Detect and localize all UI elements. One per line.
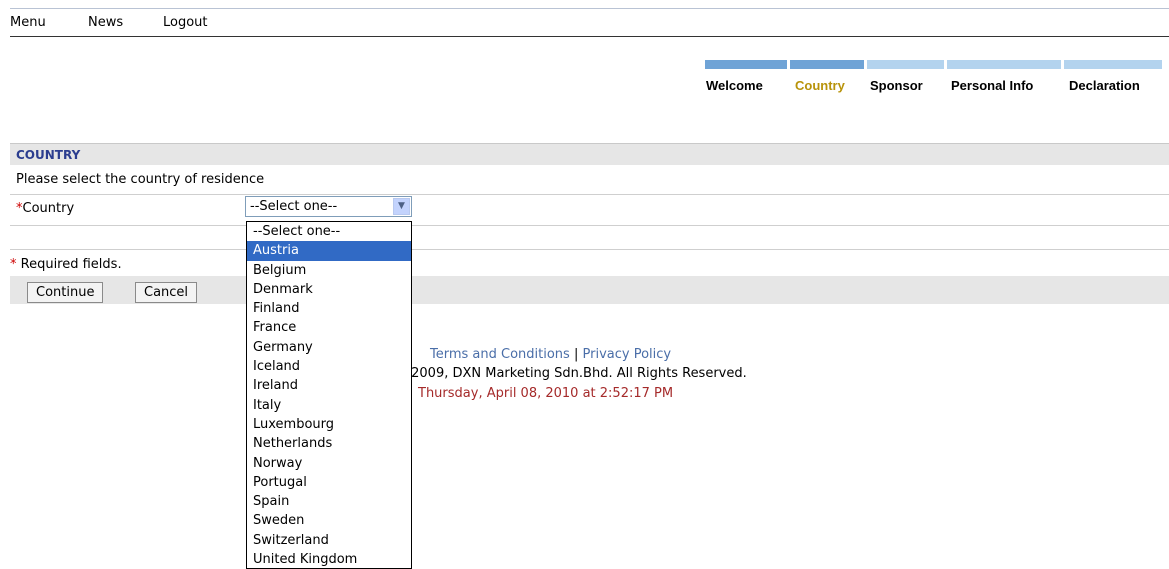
country-dropdown-list[interactable]: --Select one-- Austria Belgium Denmark Finla…	[246, 221, 412, 569]
continue-button[interactable]: Continue	[27, 282, 104, 303]
dropdown-option[interactable]: Portugal	[247, 473, 411, 492]
dropdown-option[interactable]: Denmark	[247, 280, 411, 299]
step-country: Country	[795, 78, 845, 93]
step-welcome: Welcome	[706, 78, 763, 93]
step-bar-declaration	[1064, 60, 1162, 69]
dropdown-option[interactable]: Netherlands	[247, 434, 411, 453]
dropdown-option[interactable]: United Kingdom	[247, 550, 411, 568]
step-bar-personal-info	[947, 60, 1061, 69]
step-sponsor: Sponsor	[870, 78, 923, 93]
dropdown-option[interactable]: France	[247, 318, 411, 337]
step-bar-welcome	[705, 60, 787, 69]
section-title: COUNTRY	[16, 148, 81, 162]
nav-news-link[interactable]: News	[88, 15, 123, 30]
footer-links: Terms and Conditions | Privacy Policy	[430, 347, 671, 362]
section-header: COUNTRY	[10, 143, 1169, 165]
dropdown-option[interactable]: Ireland	[247, 376, 411, 395]
dropdown-option[interactable]: Sweden	[247, 511, 411, 530]
nav-logout-link[interactable]: Logout	[163, 15, 208, 30]
dropdown-option[interactable]: Iceland	[247, 357, 411, 376]
required-note-text: Required fields.	[16, 257, 122, 272]
copyright-text: © 2009, DXN Marketing Sdn.Bhd. All Right…	[394, 366, 747, 381]
footer-separator: |	[573, 347, 579, 362]
chevron-down-icon[interactable]: ▼	[393, 198, 410, 215]
dropdown-option[interactable]: Norway	[247, 454, 411, 473]
terms-link[interactable]: Terms and Conditions	[430, 347, 570, 362]
row-divider	[10, 194, 1169, 195]
step-progress: Welcome Country Sponsor Personal Info De…	[0, 60, 1169, 100]
dropdown-option[interactable]: Luxembourg	[247, 415, 411, 434]
country-select-value: --Select one--	[250, 199, 338, 214]
top-nav: Menu News Logout	[10, 8, 1169, 37]
dropdown-option[interactable]: Italy	[247, 396, 411, 415]
cancel-button[interactable]: Cancel	[135, 282, 198, 303]
row-divider	[10, 225, 1169, 226]
dropdown-option[interactable]: Spain	[247, 492, 411, 511]
button-bar: Continue Cancel	[10, 276, 1169, 304]
step-personal-info: Personal Info	[951, 78, 1034, 93]
step-declaration: Declaration	[1069, 78, 1140, 93]
step-bar-country	[790, 60, 864, 69]
dropdown-option[interactable]: Germany	[247, 338, 411, 357]
required-fields-note: * Required fields.	[10, 257, 122, 272]
country-label-text: Country	[22, 201, 75, 216]
dropdown-option[interactable]: Finland	[247, 299, 411, 318]
row-divider	[10, 249, 1169, 250]
country-field-label: *Country	[16, 201, 74, 216]
nav-menu-link[interactable]: Menu	[10, 15, 46, 30]
step-bar-sponsor	[867, 60, 944, 69]
dropdown-option[interactable]: Austria	[247, 241, 411, 261]
dropdown-option[interactable]: Switzerland	[247, 531, 411, 550]
form-description: Please select the country of residence	[16, 172, 265, 187]
current-datetime: Thursday, April 08, 2010 at 2:52:17 PM	[418, 386, 674, 401]
dropdown-option[interactable]: --Select one--	[247, 222, 411, 241]
country-select[interactable]: --Select one-- ▼	[245, 196, 412, 217]
privacy-link[interactable]: Privacy Policy	[583, 347, 672, 362]
dropdown-option[interactable]: Belgium	[247, 261, 411, 280]
